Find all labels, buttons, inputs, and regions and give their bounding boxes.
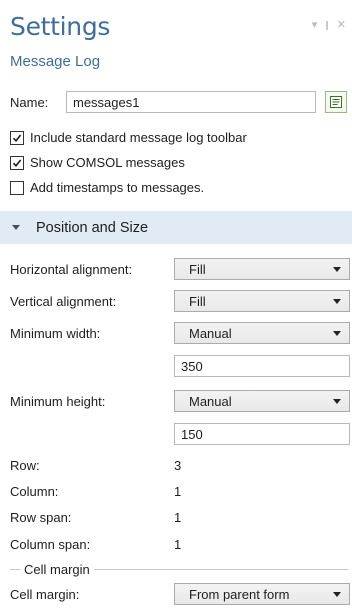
notes-button[interactable] bbox=[325, 91, 347, 113]
close-icon[interactable]: ✕ bbox=[337, 20, 346, 31]
include-toolbar-checkbox-row[interactable]: Include standard message log toolbar bbox=[10, 130, 247, 145]
cell-margin-value: From parent form bbox=[189, 586, 290, 602]
position-and-size-section-header[interactable]: Position and Size bbox=[0, 211, 352, 244]
page-title: Settings bbox=[10, 12, 111, 41]
minimum-width-select[interactable]: Manual bbox=[174, 322, 350, 344]
dropdown-arrow-icon bbox=[333, 330, 341, 336]
vertical-alignment-label: Vertical alignment: bbox=[10, 294, 117, 309]
horizontal-alignment-select[interactable]: Fill bbox=[174, 258, 350, 280]
show-comsol-label: Show COMSOL messages bbox=[30, 155, 185, 170]
cell-margin-label: Cell margin: bbox=[10, 587, 80, 602]
row-span-label: Row span: bbox=[10, 510, 72, 525]
row-label: Row: bbox=[10, 458, 40, 473]
collapse-caret-icon bbox=[12, 225, 20, 230]
column-span-label: Column span: bbox=[10, 537, 91, 552]
row-span-value: 1 bbox=[174, 510, 182, 525]
include-toolbar-label: Include standard message log toolbar bbox=[30, 130, 247, 145]
column-label: Column: bbox=[10, 484, 59, 499]
show-comsol-checkbox-row[interactable]: Show COMSOL messages bbox=[10, 155, 185, 170]
minimum-width-mode: Manual bbox=[189, 325, 232, 341]
row-value: 3 bbox=[174, 458, 182, 473]
page-subtitle: Message Log bbox=[10, 53, 101, 70]
divider-line bbox=[93, 568, 348, 570]
notes-icon bbox=[330, 96, 342, 108]
add-timestamps-checkbox[interactable] bbox=[10, 180, 24, 195]
dropdown-arrow-icon bbox=[333, 298, 341, 304]
cell-margin-group-title: Cell margin bbox=[24, 561, 90, 577]
dropdown-arrow-icon bbox=[333, 591, 341, 597]
section-title: Position and Size bbox=[36, 219, 149, 236]
minimum-width-input[interactable]: 350 bbox=[174, 355, 350, 377]
pin-icon[interactable]: ❙ bbox=[323, 20, 331, 31]
add-timestamps-label: Add timestamps to messages. bbox=[30, 180, 205, 195]
cell-margin-group-divider: Cell margin bbox=[10, 561, 348, 577]
show-comsol-checkbox[interactable] bbox=[10, 155, 24, 170]
name-label: Name: bbox=[10, 95, 49, 110]
minimum-height-label: Minimum height: bbox=[10, 394, 106, 409]
checkmark-icon bbox=[12, 134, 22, 142]
horizontal-alignment-value: Fill bbox=[189, 261, 206, 277]
name-field[interactable]: messages1 bbox=[66, 91, 316, 113]
vertical-alignment-value: Fill bbox=[189, 293, 206, 309]
minimum-height-input[interactable]: 150 bbox=[174, 423, 350, 445]
column-span-value: 1 bbox=[174, 537, 182, 552]
include-toolbar-checkbox[interactable] bbox=[10, 130, 24, 145]
dropdown-arrow-icon bbox=[333, 398, 341, 404]
add-timestamps-checkbox-row[interactable]: Add timestamps to messages. bbox=[10, 180, 204, 195]
cell-margin-select[interactable]: From parent form bbox=[174, 583, 350, 605]
divider-line bbox=[10, 568, 20, 570]
checkmark-icon bbox=[12, 159, 22, 167]
horizontal-alignment-label: Horizontal alignment: bbox=[10, 262, 133, 277]
vertical-alignment-select[interactable]: Fill bbox=[174, 290, 350, 312]
minimum-height-select[interactable]: Manual bbox=[174, 390, 350, 412]
minimum-height-mode: Manual bbox=[189, 393, 232, 409]
dropdown-arrow-icon bbox=[333, 266, 341, 272]
window-controls: ▾ ❙ ✕ bbox=[312, 20, 346, 31]
column-value: 1 bbox=[174, 484, 182, 499]
minimum-width-label: Minimum width: bbox=[10, 326, 101, 341]
dropdown-arrow-icon[interactable]: ▾ bbox=[312, 20, 318, 31]
